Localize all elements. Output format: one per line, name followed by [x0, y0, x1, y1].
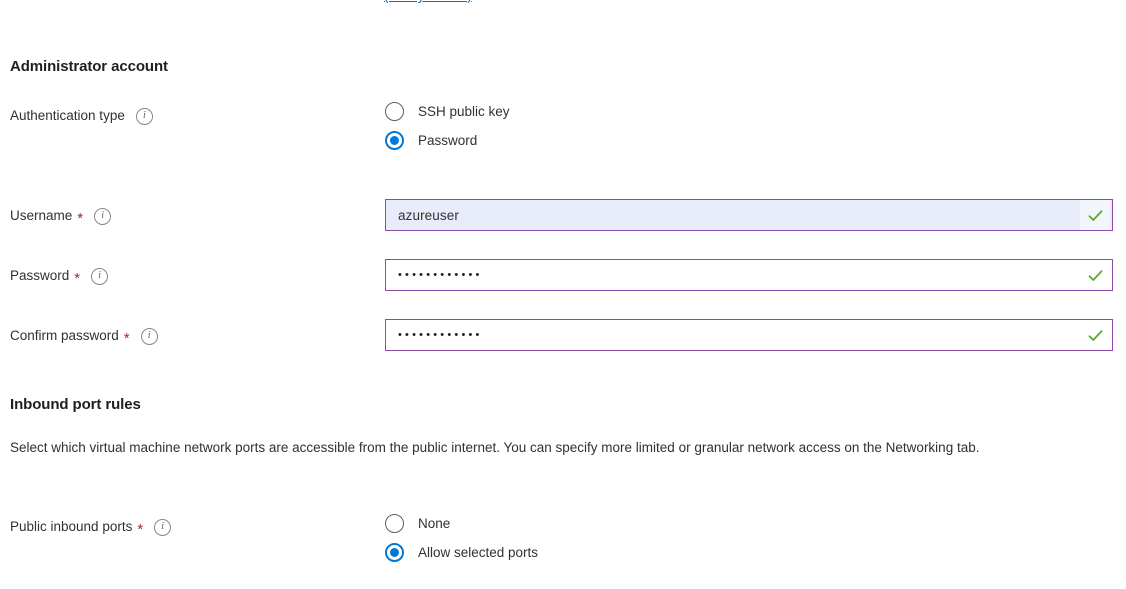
- administrator-account-heading: Administrator account: [10, 58, 168, 75]
- authentication-type-label: Authentication type: [10, 107, 153, 125]
- public-inbound-ports-label-text: Public inbound ports: [10, 519, 133, 534]
- radio-none-label: None: [418, 516, 451, 531]
- inbound-port-rules-description: Select which virtual machine network por…: [10, 440, 980, 455]
- vm-create-basics-form: (Policy details) Administrator account A…: [0, 0, 1126, 589]
- info-circle-icon[interactable]: [94, 207, 112, 225]
- authentication-type-radio-group[interactable]: SSH public key Password: [385, 97, 510, 155]
- radio-none[interactable]: None: [385, 509, 538, 538]
- required-asterisk: *: [123, 329, 130, 347]
- policy-details-link-clip: (Policy details): [0, 0, 1126, 8]
- password-label: Password *: [10, 267, 109, 287]
- radio-password-label: Password: [418, 133, 478, 148]
- username-label-text: Username: [10, 208, 73, 223]
- radio-ssh-public-key-label: SSH public key: [418, 104, 510, 119]
- info-circle-icon[interactable]: [91, 267, 109, 285]
- info-circle-icon[interactable]: [140, 327, 158, 345]
- required-asterisk: *: [137, 520, 144, 538]
- radio-circle-selected-icon[interactable]: [385, 131, 404, 150]
- username-input[interactable]: azureuser: [385, 199, 1113, 231]
- confirm-password-input-value: ••••••••••••: [398, 329, 483, 341]
- info-circle-icon[interactable]: [154, 518, 172, 536]
- password-label-text: Password: [10, 268, 70, 283]
- radio-circle-selected-icon[interactable]: [385, 543, 404, 562]
- password-input[interactable]: ••••••••••••: [385, 259, 1113, 291]
- radio-password[interactable]: Password: [385, 126, 510, 155]
- inbound-port-rules-heading: Inbound port rules: [10, 396, 141, 413]
- username-input-value: azureuser: [398, 207, 459, 223]
- confirm-password-input[interactable]: ••••••••••••: [385, 319, 1113, 351]
- radio-circle-icon[interactable]: [385, 514, 404, 533]
- radio-ssh-public-key[interactable]: SSH public key: [385, 97, 510, 126]
- confirm-password-label-text: Confirm password: [10, 328, 119, 343]
- authentication-type-label-text: Authentication type: [10, 108, 125, 123]
- confirm-password-label: Confirm password *: [10, 327, 158, 347]
- policy-details-link[interactable]: (Policy details): [384, 0, 472, 3]
- required-asterisk: *: [74, 269, 81, 287]
- radio-allow-selected-ports[interactable]: Allow selected ports: [385, 538, 538, 567]
- radio-allow-selected-ports-label: Allow selected ports: [418, 545, 539, 560]
- green-checkmark-icon: [1080, 260, 1110, 290]
- public-inbound-ports-label: Public inbound ports *: [10, 518, 172, 538]
- radio-circle-icon[interactable]: [385, 102, 404, 121]
- password-input-value: ••••••••••••: [398, 269, 483, 281]
- info-circle-icon[interactable]: [135, 107, 153, 125]
- green-checkmark-icon: [1080, 320, 1110, 350]
- green-checkmark-icon: [1080, 200, 1110, 230]
- public-inbound-ports-radio-group[interactable]: None Allow selected ports: [385, 509, 538, 567]
- required-asterisk: *: [77, 209, 84, 227]
- username-label: Username *: [10, 207, 112, 227]
